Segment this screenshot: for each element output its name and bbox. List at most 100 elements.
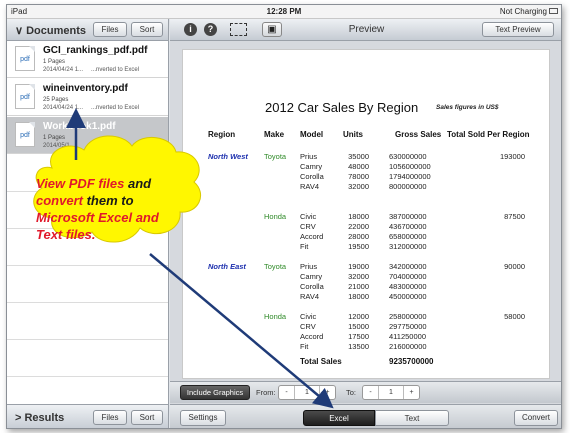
total-sales-value: 9235700000 <box>389 357 434 366</box>
from-increment[interactable]: + <box>319 386 335 399</box>
preview-panel: i ? ▣ Preview Text Preview 2012 Car Sale… <box>170 19 561 428</box>
column-header: Total Sold Per Region <box>447 130 530 139</box>
gross-sales-cell: 630000000 <box>389 152 427 161</box>
text-preview-button[interactable]: Text Preview <box>482 22 554 37</box>
model-cell: Accord <box>300 232 324 241</box>
to-increment[interactable]: + <box>403 386 419 399</box>
region-total-cell: 87500 <box>504 212 525 221</box>
gross-sales-cell: 258000000 <box>389 312 427 321</box>
gross-sales-cell: 800000000 <box>389 182 427 191</box>
units-cell: 19000 <box>348 262 369 271</box>
units-cell: 15000 <box>348 322 369 331</box>
from-decrement[interactable]: - <box>279 386 295 399</box>
model-cell: RAV4 <box>300 292 320 301</box>
gross-sales-cell: 704000000 <box>389 272 427 281</box>
convert-button[interactable]: Convert <box>514 410 558 426</box>
gross-sales-cell: 387000000 <box>389 212 427 221</box>
results-sort-button[interactable]: Sort <box>131 410 163 425</box>
model-cell: Corolla <box>300 282 324 291</box>
pdf-file-icon: pdf <box>15 84 35 109</box>
model-cell: Prius <box>300 152 318 161</box>
model-cell: Fit <box>300 342 309 351</box>
file-pages: 25 Pages <box>43 97 69 103</box>
callout-part: View PDF files <box>36 176 125 191</box>
callout-text: View PDF files and convert them to Micro… <box>36 175 181 243</box>
files-button[interactable]: Files <box>93 22 127 37</box>
gross-sales-cell: 483000000 <box>389 282 427 291</box>
model-cell: Camry <box>300 272 323 281</box>
column-header: Model <box>300 130 324 139</box>
region-cell: North East <box>208 262 246 271</box>
list-divider <box>7 339 168 340</box>
model-cell: Accord <box>300 332 324 341</box>
model-cell: RAV4 <box>300 182 320 191</box>
chevron-down-icon: ∨ <box>15 25 27 37</box>
file-status: ...nverted to Excel <box>91 105 140 111</box>
file-item-selected[interactable]: pdf Workbook1.pdf 1 Pages 2014/05/1 <box>7 117 168 154</box>
file-name: wineinventory.pdf <box>43 83 128 94</box>
gross-sales-cell: 312000000 <box>389 242 427 251</box>
make-cell: Honda <box>264 312 287 321</box>
gross-sales-cell: 450000000 <box>389 292 427 301</box>
to-label: To: <box>346 388 357 397</box>
column-header: Gross Sales <box>395 130 442 139</box>
model-cell: Fit <box>300 242 309 251</box>
to-stepper[interactable]: - 1 + <box>362 385 420 400</box>
include-graphics-button[interactable]: Include Graphics <box>180 385 250 400</box>
gross-sales-cell: 658000000 <box>389 232 427 241</box>
gross-sales-cell: 342000000 <box>389 262 427 271</box>
units-cell: 32000 <box>348 272 369 281</box>
make-cell: Toyota <box>264 152 287 161</box>
file-date: 2014/04/24 1... <box>43 67 84 73</box>
documents-title[interactable]: ∨ Documents <box>15 24 86 37</box>
make-cell: Honda <box>264 212 287 221</box>
list-divider <box>7 376 168 377</box>
units-cell: 32000 <box>348 182 369 191</box>
model-cell: Civic <box>300 212 317 221</box>
model-cell: CRV <box>300 322 316 331</box>
preview-header: i ? ▣ Preview Text Preview <box>170 19 561 41</box>
page-range-bar: Include Graphics From: - 1 + To: - 1 + <box>170 381 561 403</box>
gross-sales-cell: 216000000 <box>389 342 427 351</box>
from-value[interactable]: 1 <box>295 386 319 399</box>
region-total-cell: 90000 <box>504 262 525 271</box>
documents-header: ∨ Documents Files Sort <box>7 19 168 41</box>
callout-part: and <box>124 176 152 191</box>
make-cell: Toyota <box>264 262 287 271</box>
gross-sales-cell: 411250000 <box>389 332 426 341</box>
document-subtitle: Sales figures in US$ <box>436 104 499 111</box>
list-divider <box>7 265 168 266</box>
preview-footer: Settings Excel Text Convert <box>170 404 561 428</box>
to-decrement[interactable]: - <box>363 386 379 399</box>
results-title-label: Results <box>24 412 65 424</box>
file-date: 2014/05/1 <box>43 143 70 149</box>
gross-sales-cell: 297750000 <box>389 322 427 331</box>
excel-tab[interactable]: Excel <box>303 410 375 426</box>
results-title[interactable]: > Results <box>15 412 64 424</box>
settings-button[interactable]: Settings <box>180 410 226 426</box>
gross-sales-cell: 1794000000 <box>389 172 431 181</box>
region-cell: North West <box>208 152 248 161</box>
gross-sales-cell: 1056000000 <box>389 162 431 171</box>
units-cell: 22000 <box>348 222 369 231</box>
from-label: From: <box>256 388 276 397</box>
documents-title-label: Documents <box>26 25 87 37</box>
units-cell: 18000 <box>348 292 369 301</box>
document-preview[interactable]: 2012 Car Sales By Region Sales figures i… <box>182 49 550 379</box>
text-tab[interactable]: Text <box>375 410 449 426</box>
file-date: 2014/04/24 1... <box>43 105 84 111</box>
total-sales-label: Total Sales <box>300 357 342 366</box>
battery-status-text: Not Charging <box>499 7 547 16</box>
to-value[interactable]: 1 <box>379 386 403 399</box>
file-item[interactable]: pdf GCI_rankings_pdf.pdf 1 Pages 2014/04… <box>7 41 168 78</box>
units-cell: 48000 <box>348 162 369 171</box>
file-status: ...nverted to Excel <box>91 67 140 73</box>
column-header: Make <box>264 130 285 139</box>
from-stepper[interactable]: - 1 + <box>278 385 336 400</box>
units-cell: 13500 <box>348 342 369 351</box>
sort-button[interactable]: Sort <box>131 22 163 37</box>
units-cell: 12000 <box>348 312 369 321</box>
file-name: GCI_rankings_pdf.pdf <box>43 45 148 56</box>
file-item[interactable]: pdf wineinventory.pdf 25 Pages 2014/04/2… <box>7 79 168 116</box>
results-files-button[interactable]: Files <box>93 410 127 425</box>
